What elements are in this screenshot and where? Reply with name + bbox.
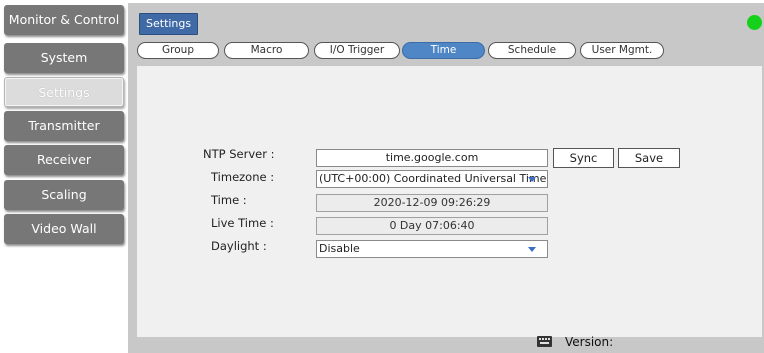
keyboard-icon[interactable]	[537, 336, 552, 347]
save-button[interactable]: Save	[618, 148, 680, 168]
chevron-down-icon	[528, 177, 536, 182]
nav-transmitter[interactable]: Transmitter	[4, 111, 124, 141]
version-label: Version:	[565, 335, 614, 349]
daylight-label: Daylight :	[211, 239, 267, 253]
timezone-label: Timezone :	[211, 170, 275, 184]
time-settings-content: NTP Server : time.google.com Sync Save T…	[137, 66, 762, 337]
nav-scaling[interactable]: Scaling	[4, 180, 124, 210]
page-title: Settings	[139, 13, 199, 35]
tab-group[interactable]: Group	[137, 42, 219, 59]
ntp-server-label: NTP Server :	[203, 147, 275, 161]
tab-time[interactable]: Time	[402, 42, 485, 59]
ntp-server-input[interactable]: time.google.com	[316, 149, 548, 167]
connection-status-indicator	[747, 15, 762, 30]
live-time-display: 0 Day 07:06:40	[316, 217, 548, 235]
time-display: 2020-12-09 09:26:29	[316, 194, 548, 212]
main-panel: Settings Group Macro I/O Trigger Time Sc…	[128, 3, 764, 353]
daylight-value: Disable	[319, 242, 360, 255]
tab-user-mgmt[interactable]: User Mgmt.	[580, 42, 664, 59]
time-label: Time :	[211, 193, 247, 207]
nav-settings[interactable]: Settings	[4, 77, 124, 107]
nav-system[interactable]: System	[4, 43, 124, 73]
sync-button[interactable]: Sync	[553, 148, 614, 168]
nav-monitor-control[interactable]: Monitor & Control	[4, 5, 124, 35]
timezone-value: (UTC+00:00) Coordinated Universal Time	[319, 172, 547, 185]
tab-schedule[interactable]: Schedule	[488, 42, 576, 59]
daylight-select[interactable]: Disable	[316, 240, 548, 258]
chevron-down-icon	[528, 247, 536, 252]
tab-macro[interactable]: Macro	[224, 42, 309, 59]
nav-video-wall[interactable]: Video Wall	[4, 214, 124, 244]
nav-receiver[interactable]: Receiver	[4, 145, 124, 175]
live-time-label: Live Time :	[211, 216, 274, 230]
timezone-select[interactable]: (UTC+00:00) Coordinated Universal Time	[316, 170, 548, 188]
tab-io-trigger[interactable]: I/O Trigger	[314, 42, 400, 59]
